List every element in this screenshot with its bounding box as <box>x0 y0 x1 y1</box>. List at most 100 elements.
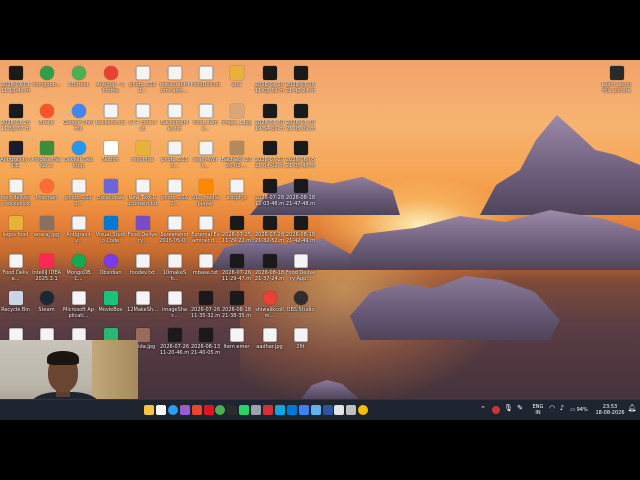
file-icon <box>198 141 213 155</box>
desktop-icon-label: uTorrent <box>68 82 89 88</box>
pen-icon[interactable]: ✎ <box>516 405 524 412</box>
desktop-icon-label: photo_2022... <box>129 82 156 94</box>
video-file-icon <box>262 216 277 230</box>
desktop-icon[interactable]: Learn about this picture <box>601 63 632 107</box>
text-file-icon <box>135 254 150 268</box>
desktop-icon-label: MongoDBC... <box>66 270 91 282</box>
desktop-icon-label: FoodDev.txt <box>190 82 221 88</box>
chrome-icon <box>103 66 118 80</box>
tray-chevron-icon[interactable]: ⌃ <box>479 406 487 413</box>
terminal-icon[interactable] <box>227 405 237 415</box>
file-explorer-icon[interactable] <box>144 405 154 415</box>
text-file-icon <box>135 179 150 193</box>
obs-icon <box>293 291 308 305</box>
image-file-icon <box>167 141 182 155</box>
office-icon[interactable] <box>192 405 202 415</box>
notion-icon <box>103 141 118 155</box>
image-file-icon <box>167 216 182 230</box>
desktop-icon-label: 12MakeSh... <box>127 307 158 313</box>
red-app-icon[interactable] <box>263 405 273 415</box>
mongodb-icon <box>39 66 54 80</box>
desktop-icon-label: Recycle Bin <box>1 307 30 313</box>
chrome-icon <box>262 291 277 305</box>
desktop-icon-label: foodev.txt <box>129 270 156 276</box>
video-file-icon <box>293 104 308 118</box>
desktop-icon-label: External Examiner.d... <box>191 232 220 244</box>
desktop-icon-label: Postman <box>35 195 58 201</box>
obs-icon[interactable] <box>346 405 356 415</box>
clock-date: 18-08-2026 <box>595 410 625 416</box>
folder-icon <box>229 66 244 80</box>
language-indicator[interactable]: ENG IN <box>531 404 545 416</box>
desktop-icon-label: ltem emer <box>223 344 250 350</box>
calculator-icon[interactable] <box>299 405 309 415</box>
edge-icon[interactable] <box>168 405 178 415</box>
desktop-icon-label: photo_2022... <box>161 157 188 169</box>
clock[interactable]: 23:53 18-08-2026 <box>593 404 627 416</box>
desktop-icon-label: photo_2022... <box>65 195 92 207</box>
settings-icon[interactable] <box>251 405 261 415</box>
recycle-bin-icon <box>8 291 23 305</box>
text-file-icon <box>167 291 182 305</box>
desktop-icon-label: photo_2022... <box>161 195 188 207</box>
desktop-icon-label: 2026-08-18 21-42-49.mkv <box>285 232 316 244</box>
battery-indicator[interactable]: ▭ 94% <box>568 407 590 413</box>
desktop-icon-label: 2026-06-05 21-05-45.mkv <box>285 157 316 169</box>
video-file-icon <box>8 66 23 80</box>
notification-bell-icon[interactable]: 🔔︎ <box>627 405 637 412</box>
text-file-icon <box>8 254 23 268</box>
desktop-icon-label: 2026-08-13 21-40-05.mkv <box>190 344 221 356</box>
photos-icon[interactable] <box>275 405 285 415</box>
desktop-icon-label: Food Delive... <box>2 270 29 282</box>
desktop-icon[interactable]: 2fit <box>285 325 316 369</box>
video-file-icon <box>229 254 244 268</box>
desktop-icon-label: New Text Document.txt <box>127 195 158 207</box>
desktop-icon-label: 2026-07-01 11-10-40.mkv <box>0 82 31 94</box>
word-icon[interactable] <box>323 405 333 415</box>
whatsapp-icon[interactable] <box>239 405 249 415</box>
desktop-icon[interactable]: 2026-08-13 21-40-05.mkv <box>190 325 221 369</box>
desktop-icon[interactable]: 2026-07-26 11-20-46.mkv <box>159 325 190 369</box>
chrome-icon[interactable] <box>215 405 225 415</box>
gem-icon[interactable] <box>204 405 214 415</box>
mic-icon[interactable]: 🎙 <box>504 405 513 412</box>
notion-icon[interactable] <box>334 405 344 415</box>
tray-red-app-icon[interactable] <box>492 406 500 414</box>
desktop-icon-label: 2026-08-18 21-47-48.mkv <box>285 195 316 207</box>
chrome-alt-icon[interactable] <box>358 405 368 415</box>
desktop-icon-label: logos food <box>2 232 29 238</box>
steam-icon <box>39 291 54 305</box>
mongodb-compass-icon <box>71 254 86 268</box>
store-icon[interactable] <box>156 405 166 415</box>
desktop-icon-label: ObsIdian <box>99 270 122 276</box>
desktop-icon-label: Antigravity... <box>66 232 91 244</box>
desktop-icon-label: MovieBox <box>98 307 123 313</box>
desktop-icon-label: 2fit <box>296 344 305 350</box>
desktop-icon-label: Food Delivery App... <box>285 270 316 282</box>
excalidraw-icon <box>103 179 118 193</box>
text-file-icon <box>71 216 86 230</box>
text-file-icon <box>198 66 213 80</box>
volume-icon[interactable]: ♪ <box>558 405 566 412</box>
desktop-icon-label: 2026-07-26 11-56-57.mkv <box>0 120 31 132</box>
desktop-app-icon[interactable] <box>311 405 321 415</box>
video-file-icon <box>293 179 308 193</box>
desktop-icon-label: 2026-07-25 11-29-22.mkv <box>221 232 252 244</box>
desktop-icon-label: mbase.txt <box>192 270 219 276</box>
copilot-icon[interactable] <box>180 405 190 415</box>
desktop-icon[interactable]: aadhar.jpg <box>254 325 285 369</box>
file-icon <box>167 254 182 268</box>
desktop-icon[interactable]: ltem emer <box>221 325 252 369</box>
desktop-icon-label: food_items... <box>193 120 218 132</box>
image-file-icon <box>229 141 244 155</box>
file-icon <box>198 216 213 230</box>
wifi-icon[interactable]: ◠ <box>548 405 556 412</box>
desktop-icon-label: aadhar.jpg <box>256 344 283 350</box>
desktop-icon-label: 2026-07-26 21-43-24.mkv <box>285 82 316 94</box>
vscode-icon[interactable] <box>287 405 297 415</box>
desktop-icon-label: 2026-07-26 11-35-32.mkv <box>190 307 221 319</box>
desktop-icon-label: OBS Studio <box>286 307 315 313</box>
desktop-icon-label: meoffice <box>131 157 154 163</box>
desktop-icon-label: imageShar... <box>162 307 187 319</box>
desktop-icon-label: 2026-07-30 21-05-09.mkv <box>285 120 316 132</box>
